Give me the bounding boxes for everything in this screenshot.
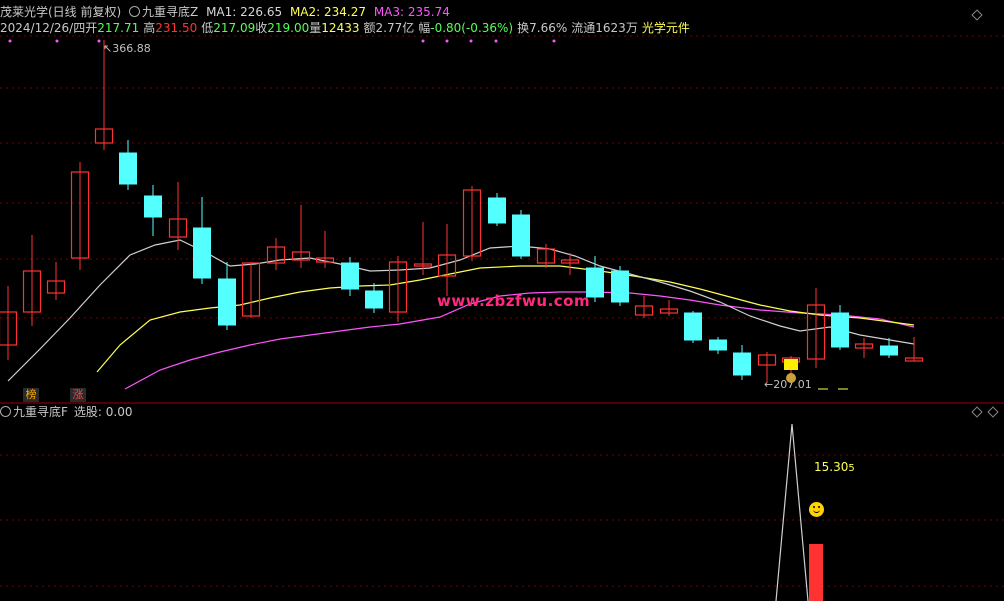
indicator-peak-line — [775, 423, 809, 601]
candle-body — [831, 312, 849, 348]
candle-body — [880, 345, 898, 356]
signal-dot — [421, 39, 425, 43]
circle-icon — [0, 406, 11, 417]
open-label: 开 — [85, 21, 98, 35]
low-label: 低 — [201, 21, 214, 35]
sub-indicator-name[interactable]: 九重寻底F — [13, 405, 68, 419]
candle-body — [144, 195, 162, 218]
sub-chart-header: 九重寻底F 选股: 0.00 — [0, 404, 132, 420]
float-label: 流通 — [571, 21, 596, 35]
signal-dot — [8, 39, 12, 43]
signal-dot — [469, 39, 473, 43]
candle-body — [341, 262, 359, 290]
high-value: 231.50 — [155, 21, 198, 35]
limit-up-tag[interactable]: 涨 — [70, 388, 86, 402]
turnover-value: 7.66% — [529, 21, 568, 35]
candle-body — [709, 339, 727, 351]
float-value: 1623万 — [595, 21, 638, 35]
money-bag-icon — [784, 359, 798, 387]
peak-value: 15.305 — [814, 460, 855, 474]
signal-dot — [55, 39, 59, 43]
high-price-marker: ↖366.88 — [103, 42, 151, 55]
change-value: -0.80(-0.36%) — [430, 21, 514, 35]
open-value: 217.71 — [97, 21, 140, 35]
arrow-icon: ↖ — [103, 42, 113, 55]
high-label: 高 — [143, 21, 156, 35]
ma1-label: MA1: 226.65 — [206, 5, 283, 19]
watermark: www.zbzfwu.com — [437, 292, 591, 310]
amount-label: 额 — [363, 21, 376, 35]
candle-body — [611, 270, 629, 303]
signal-dot — [97, 39, 101, 43]
rank-tag[interactable]: 榜 — [23, 388, 39, 402]
stock-title[interactable]: 茂莱光学(日线 前复权) — [0, 5, 121, 19]
candle-body — [193, 227, 211, 279]
arrow-icon: ← — [764, 378, 774, 391]
candle-body — [365, 290, 383, 309]
circle-icon — [129, 6, 141, 17]
smiley-icon — [809, 502, 824, 517]
signal-dot — [494, 39, 498, 43]
vol-value: 12433 — [321, 21, 360, 35]
change-label: 幅 — [418, 21, 431, 35]
select-label: 选股: 0.00 — [73, 405, 133, 419]
indicator-bar — [809, 544, 823, 601]
ma2-label: MA2: 234.27 — [289, 5, 366, 19]
signal-dot — [445, 39, 449, 43]
turnover-label: 换 — [517, 21, 530, 35]
candle-body — [512, 214, 530, 257]
ma3-label: MA3: 235.74 — [373, 5, 450, 19]
amount-value: 2.77亿 — [375, 21, 415, 35]
candle-body — [733, 352, 751, 376]
candle-body — [684, 312, 702, 341]
vol-label: 量 — [309, 21, 322, 35]
indicator-name[interactable]: 九重寻底Z — [129, 5, 198, 19]
chart-header: 茂莱光学(日线 前复权) 九重寻底Z MA1: 226.65 MA2: 234.… — [0, 4, 454, 20]
candle-body — [488, 197, 506, 224]
ma1-line — [7, 239, 915, 382]
sector-name[interactable]: 光学元件 — [642, 21, 690, 35]
date: 2024/12/26/四 — [0, 21, 86, 35]
low-value: 217.09 — [213, 21, 256, 35]
signal-dot — [552, 39, 556, 43]
close-value: 219.00 — [267, 21, 310, 35]
close-label: 收 — [255, 21, 268, 35]
candle-body — [119, 152, 137, 185]
quote-bar: 2024/12/26/四开217.71 高231.50 低217.09收219.00… — [0, 20, 694, 36]
candle-body — [218, 278, 236, 326]
